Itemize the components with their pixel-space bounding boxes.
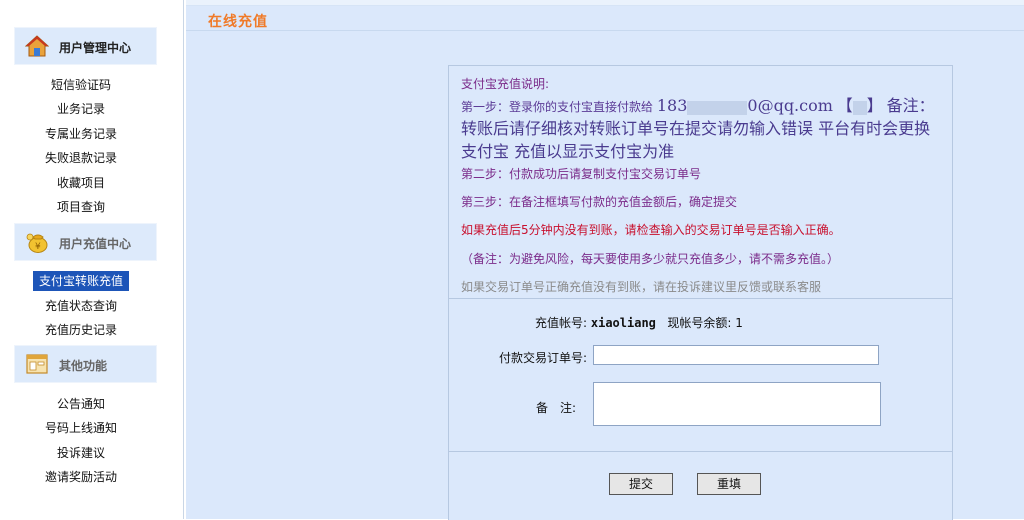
top-strip [186,0,1024,6]
submit-button[interactable]: 提交 [609,473,673,495]
sidebar-item-sms-code[interactable]: 短信验证码 [33,75,129,95]
order-number-input[interactable] [593,345,879,365]
page-title: 在线充值 [208,14,268,30]
recharge-panel: 支付宝充值说明: 第一步：登录你的支付宝直接付款给 183 0@qq.com 【】… [448,65,953,520]
section-title: 用户充值中心 [59,237,132,251]
step3-instruction: 第三步：在备注框填写付款的充值金额后，确定提交 [461,195,738,209]
note-label: 备 注: [536,401,577,415]
sidebar-item-project-query[interactable]: 项目查询 [33,197,129,217]
sidebar-item-announcements[interactable]: 公告通知 [33,394,129,414]
reset-button[interactable]: 重填 [697,473,761,495]
section-title: 用户管理中心 [59,41,132,55]
sidebar-item-recharge-status[interactable]: 充值状态查询 [33,296,129,316]
remark-text: （备注：为避免风险，每天要使用多少就只充值多少，请不需多充值。） [461,252,840,266]
balance-value: 1 [735,316,743,330]
sidebar-item-exclusive-records[interactable]: 专属业务记录 [33,124,129,144]
section-title: 其他功能 [59,359,108,373]
sidebar-section-recharge: ¥ 用户充值中心 [14,223,157,261]
redacted-block [852,100,867,115]
sidebar-item-complaints[interactable]: 投诉建议 [33,443,129,463]
alipay-account-end: 0@qq.com [747,96,833,115]
warning-text: 如果充值后5分钟内没有到账，请检查输入的交易订单号是否输入正确。 [461,223,841,237]
sidebar-divider [183,0,184,519]
sidebar-item-refund-records[interactable]: 失败退款记录 [33,148,129,168]
panel-divider [449,451,952,452]
account-line: 充值帐号: xiaoliang 现帐号余额: 1 [535,314,743,331]
step1-prefix: 第一步：登录你的支付宝直接付款给 [461,100,654,114]
window-icon [26,354,48,374]
home-icon [25,35,49,57]
step1-instruction: 第一步：登录你的支付宝直接付款给 183 0@qq.com 【】 备注：转账后请仔… [461,95,943,164]
alipay-name-open: 【 [836,96,853,115]
sidebar-item-business-records[interactable]: 业务记录 [33,99,129,119]
contact-text: 如果交易订单号正确充值没有到账，请在投诉建议里反馈或联系客服 [461,280,822,294]
order-label: 付款交易订单号: [499,351,588,365]
panel-divider [449,298,952,299]
step2-instruction: 第二步：付款成功后请复制支付宝交易订单号 [461,167,702,181]
sidebar-item-favorites[interactable]: 收藏项目 [33,173,129,193]
svg-text:¥: ¥ [35,242,41,252]
sidebar-item-recharge-history[interactable]: 充值历史记录 [33,320,129,340]
main-content: 在线充值 支付宝充值说明: 第一步：登录你的支付宝直接付款给 183 0@qq.c… [186,0,1024,520]
sidebar-item-number-online[interactable]: 号码上线通知 [33,418,129,438]
redacted-block [687,100,748,115]
account-value: xiaoliang [590,316,656,330]
instructions-heading: 支付宝充值说明: [461,77,550,91]
money-bag-icon: ¥ [26,233,48,253]
alipay-name-close: 】 [866,96,883,115]
note-textarea[interactable] [593,382,881,426]
sidebar-item-invite-rewards[interactable]: 邀请奖励活动 [33,467,129,487]
balance-label: 现帐号余额: [667,316,732,330]
sidebar-section-other: 其他功能 [14,345,157,383]
title-divider [186,30,1024,31]
alipay-account-start: 183 [656,96,688,115]
sidebar-item-alipay-recharge[interactable]: 支付宝转账充值 [33,271,129,291]
sidebar-section-user-management: 用户管理中心 [14,27,157,65]
account-label: 充值帐号: [535,316,588,330]
sidebar: 用户管理中心 短信验证码 业务记录 专属业务记录 失败退款记录 收藏项目 项目查… [0,0,186,519]
